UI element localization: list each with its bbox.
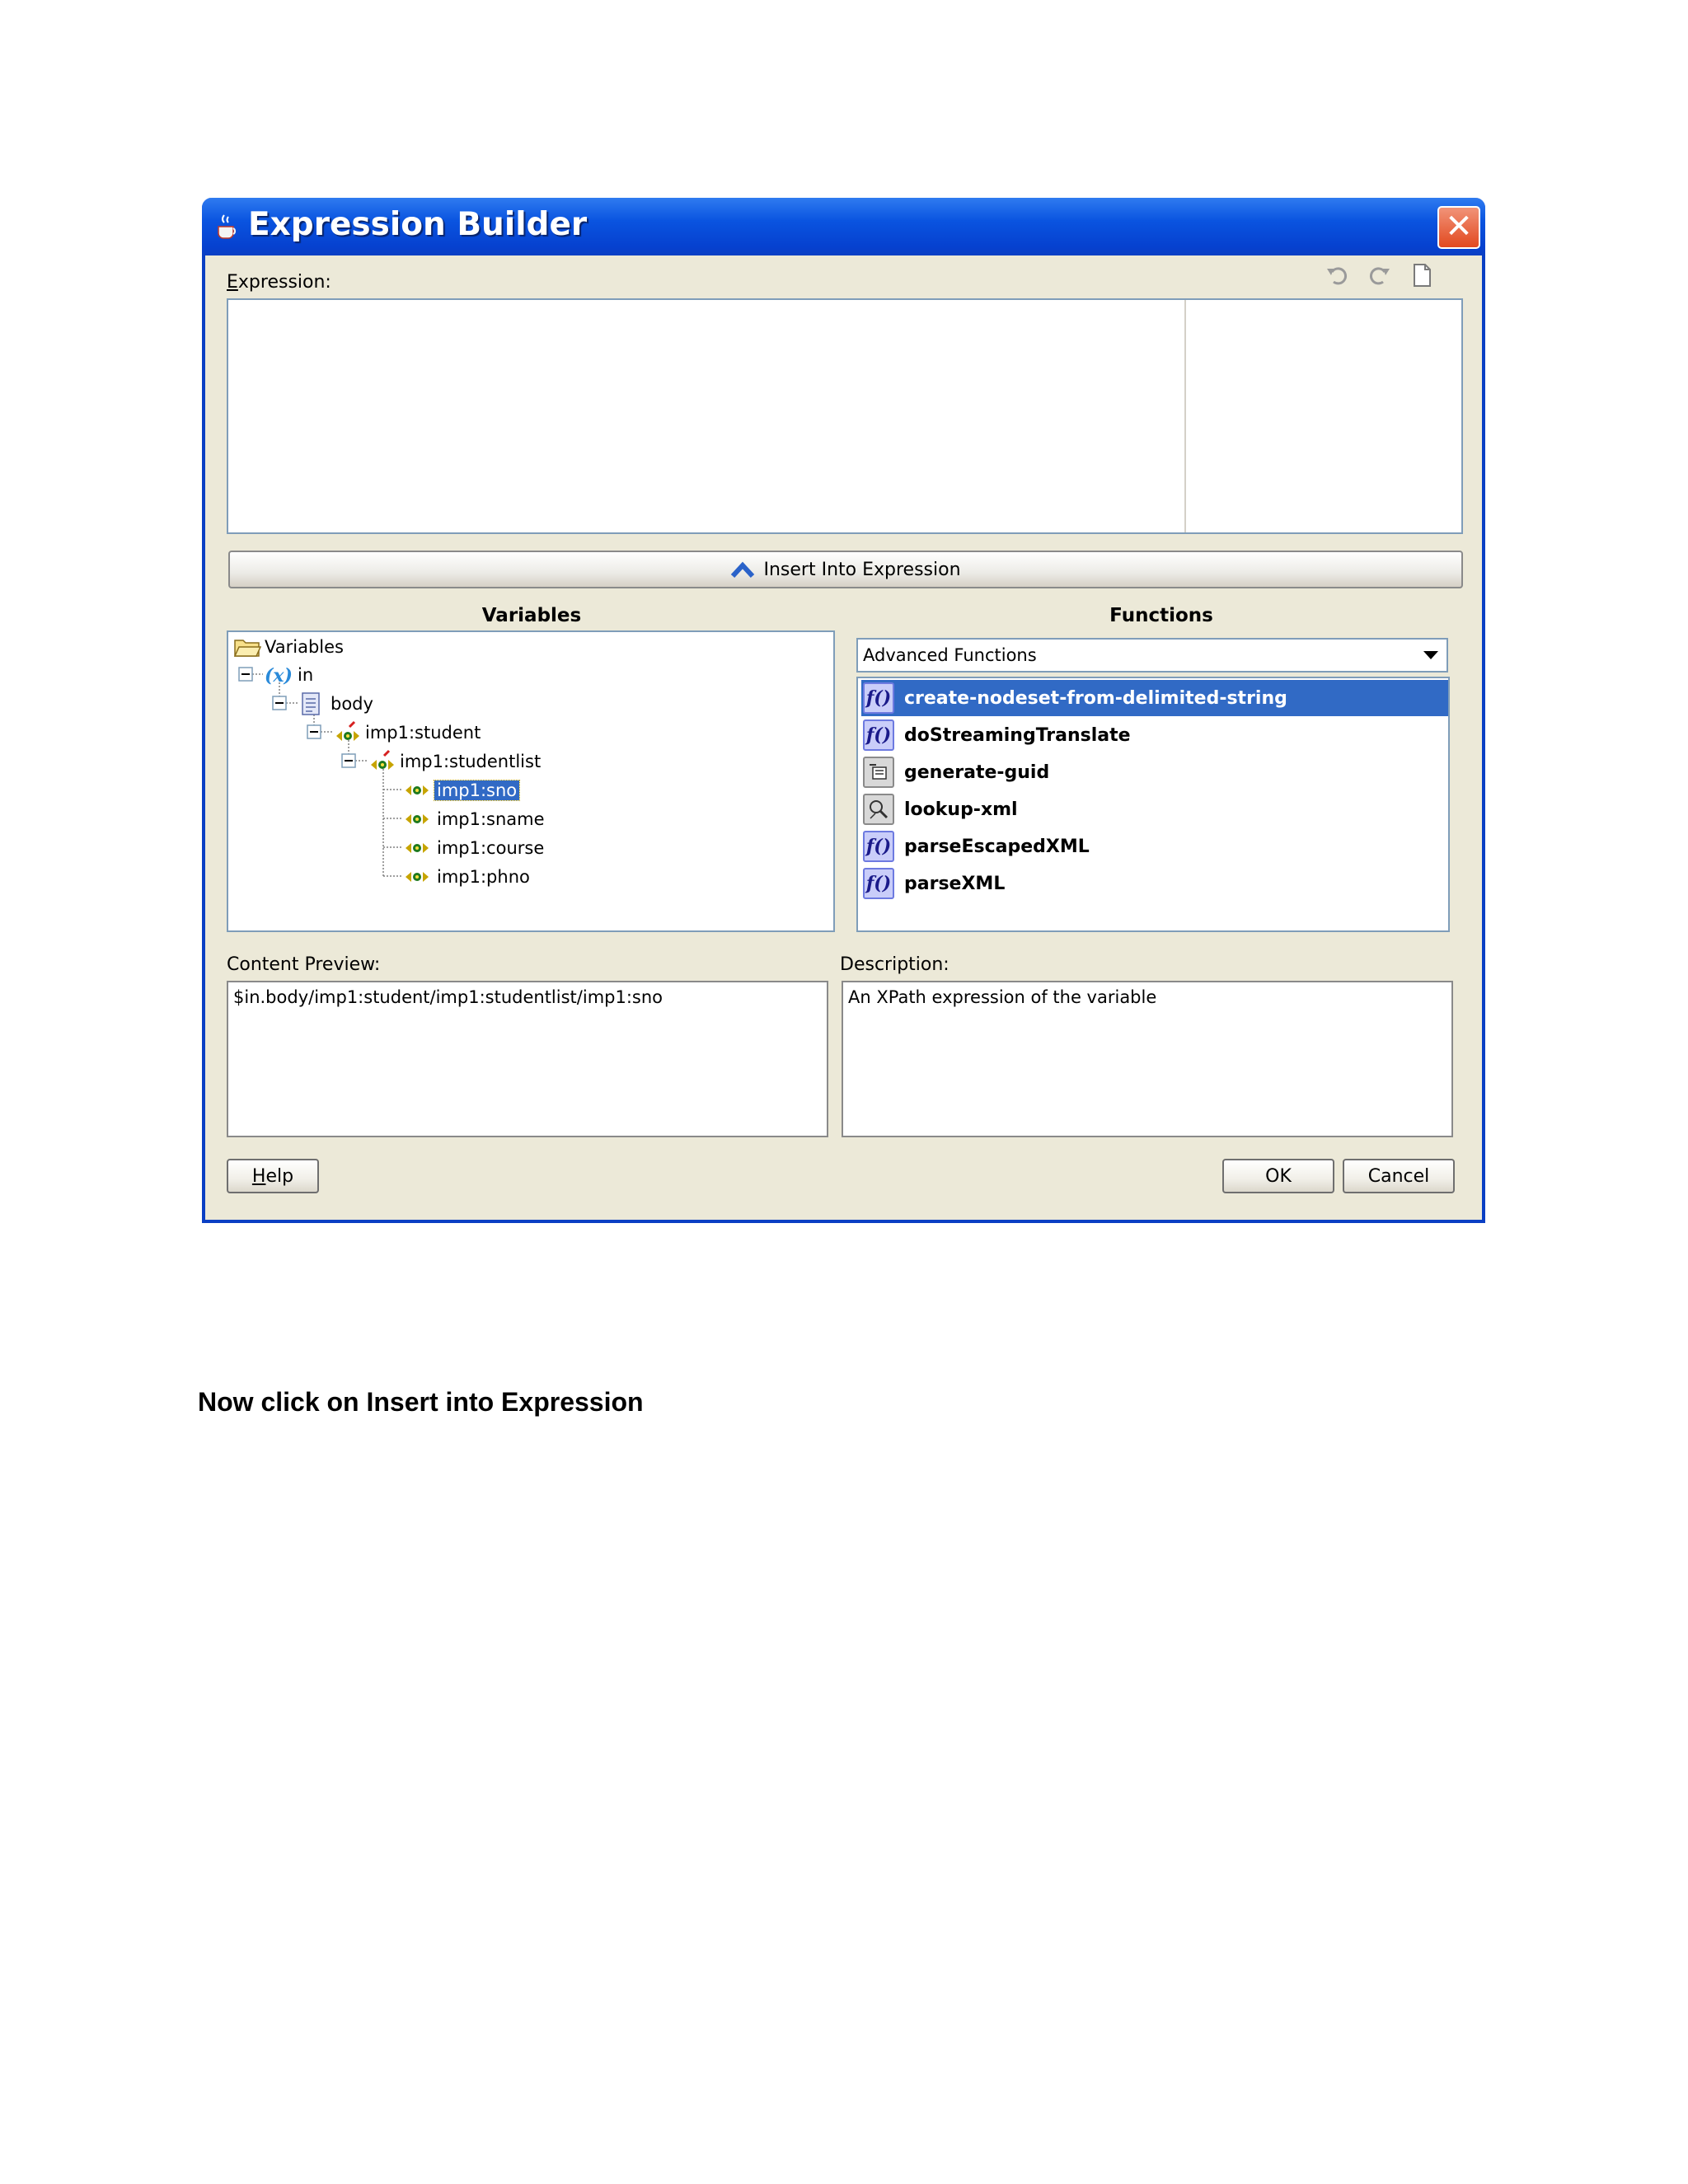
content-preview-box[interactable]: $in.body/imp1:student/imp1:studentlist/i… — [227, 981, 828, 1137]
functions-title: Functions — [1109, 605, 1213, 626]
tree-item-variables[interactable]: Variables — [233, 634, 344, 660]
help-button[interactable]: Help — [227, 1159, 319, 1193]
function-item-generate-guid[interactable]: generate-guid — [861, 754, 1448, 790]
function-item-label: generate-guid — [904, 762, 1050, 783]
close-icon: ✕ — [1445, 208, 1473, 246]
tree-item-imp1-sno[interactable]: imp1:sno — [403, 777, 521, 804]
instruction-caption: Now click on Insert into Expression — [198, 1387, 644, 1417]
expression-editor[interactable] — [227, 298, 1463, 534]
function-item-parseescapedxml[interactable]: f() parseEscapedXML — [861, 828, 1448, 865]
function-category-value: Advanced Functions — [863, 645, 1037, 665]
lookup-icon — [863, 794, 894, 825]
element-icon — [406, 872, 429, 882]
expression-builder-dialog: Expression Builder ✕ Expression: Insert … — [202, 198, 1485, 1223]
expression-label: Expression: — [227, 272, 331, 293]
function-item-label: lookup-xml — [904, 799, 1018, 820]
close-button[interactable]: ✕ — [1437, 206, 1480, 249]
function-icon: f() — [863, 831, 894, 862]
tree-item-label: in — [298, 665, 314, 685]
function-item-parsexml[interactable]: f() parseXML — [861, 865, 1448, 902]
variables-title: Variables — [481, 605, 582, 626]
java-cup-icon — [218, 214, 237, 239]
help-mnemonic: H — [251, 1165, 266, 1187]
tree-connector-lines — [238, 667, 401, 877]
folder-icon — [233, 640, 261, 657]
svg-text:(x): (x) — [265, 665, 293, 687]
element-icon — [406, 785, 429, 795]
element-icon — [406, 843, 429, 853]
tree-item-imp1-student[interactable]: imp1:student — [334, 719, 481, 746]
tree-item-body[interactable]: body — [299, 691, 373, 717]
variables-tree[interactable]: Variables (x) in body imp1:student imp1:… — [227, 630, 835, 932]
document-icon — [302, 692, 320, 715]
tree-item-label: imp1:sname — [437, 809, 545, 829]
tree-item-label: Variables — [265, 637, 344, 657]
element-icon — [371, 749, 394, 770]
tree-item-imp1-course[interactable]: imp1:course — [403, 835, 544, 861]
ok-label: OK — [1265, 1165, 1292, 1187]
insert-into-expression-button[interactable]: Insert Into Expression — [228, 551, 1463, 588]
function-item-lookup-xml[interactable]: lookup-xml — [861, 791, 1448, 827]
function-icon: f() — [863, 868, 894, 899]
tree-item-in[interactable]: (x) in — [265, 662, 313, 688]
function-item-label: parseXML — [904, 873, 1006, 894]
function-item-label: doStreamingTranslate — [904, 724, 1131, 746]
functions-list[interactable]: f() create-nodeset-from-delimited-string… — [856, 677, 1450, 932]
function-icon: f() — [863, 682, 894, 714]
function-item-label: parseEscapedXML — [904, 836, 1090, 857]
function-item-dostreamingtranslate[interactable]: f() doStreamingTranslate — [861, 717, 1448, 753]
window-title: Expression Builder — [248, 206, 588, 243]
help-label: elp — [265, 1165, 294, 1187]
tree-item-label: imp1:studentlist — [400, 752, 542, 771]
content-preview-value: $in.body/imp1:student/imp1:studentlist/i… — [233, 987, 663, 1007]
variable-x-icon: (x) — [265, 665, 293, 687]
function-icon: f() — [863, 719, 894, 751]
tree-item-label: body — [331, 694, 373, 714]
function-category-select[interactable]: Advanced Functions — [856, 638, 1448, 673]
element-icon — [406, 814, 429, 824]
tree-item-label: imp1:phno — [437, 867, 530, 887]
ok-button[interactable]: OK — [1222, 1159, 1334, 1193]
function-item-label: create-nodeset-from-delimited-string — [904, 687, 1287, 709]
expression-divider — [1184, 300, 1186, 532]
tree-item-label: imp1:course — [437, 838, 545, 858]
description-box: An XPath expression of the variable — [842, 981, 1453, 1137]
title-bar[interactable]: Expression Builder ✕ — [202, 198, 1485, 255]
tree-item-label: imp1:student — [365, 723, 481, 743]
guid-icon — [863, 757, 894, 788]
description-label: Description: — [840, 954, 950, 975]
cancel-label: Cancel — [1367, 1165, 1430, 1187]
new-document-icon[interactable] — [1409, 262, 1435, 288]
dropdown-arrow-icon — [1423, 651, 1438, 659]
chevron-up-icon — [731, 561, 755, 579]
element-icon — [336, 720, 359, 741]
tree-item-label-selected: imp1:sno — [433, 780, 521, 801]
redo-icon[interactable] — [1366, 262, 1392, 288]
content-preview-label: Content Preview: — [227, 954, 381, 975]
insert-button-label: Insert Into Expression — [763, 559, 961, 580]
description-value: An XPath expression of the variable — [848, 987, 1157, 1007]
tree-item-imp1-studentlist[interactable]: imp1:studentlist — [368, 748, 541, 775]
undo-icon[interactable] — [1325, 262, 1351, 288]
cancel-button[interactable]: Cancel — [1343, 1159, 1455, 1193]
tree-item-imp1-phno[interactable]: imp1:phno — [403, 864, 530, 890]
tree-item-imp1-sname[interactable]: imp1:sname — [403, 806, 545, 832]
function-item-create-nodeset-from-delimited-string[interactable]: f() create-nodeset-from-delimited-string — [861, 680, 1448, 716]
